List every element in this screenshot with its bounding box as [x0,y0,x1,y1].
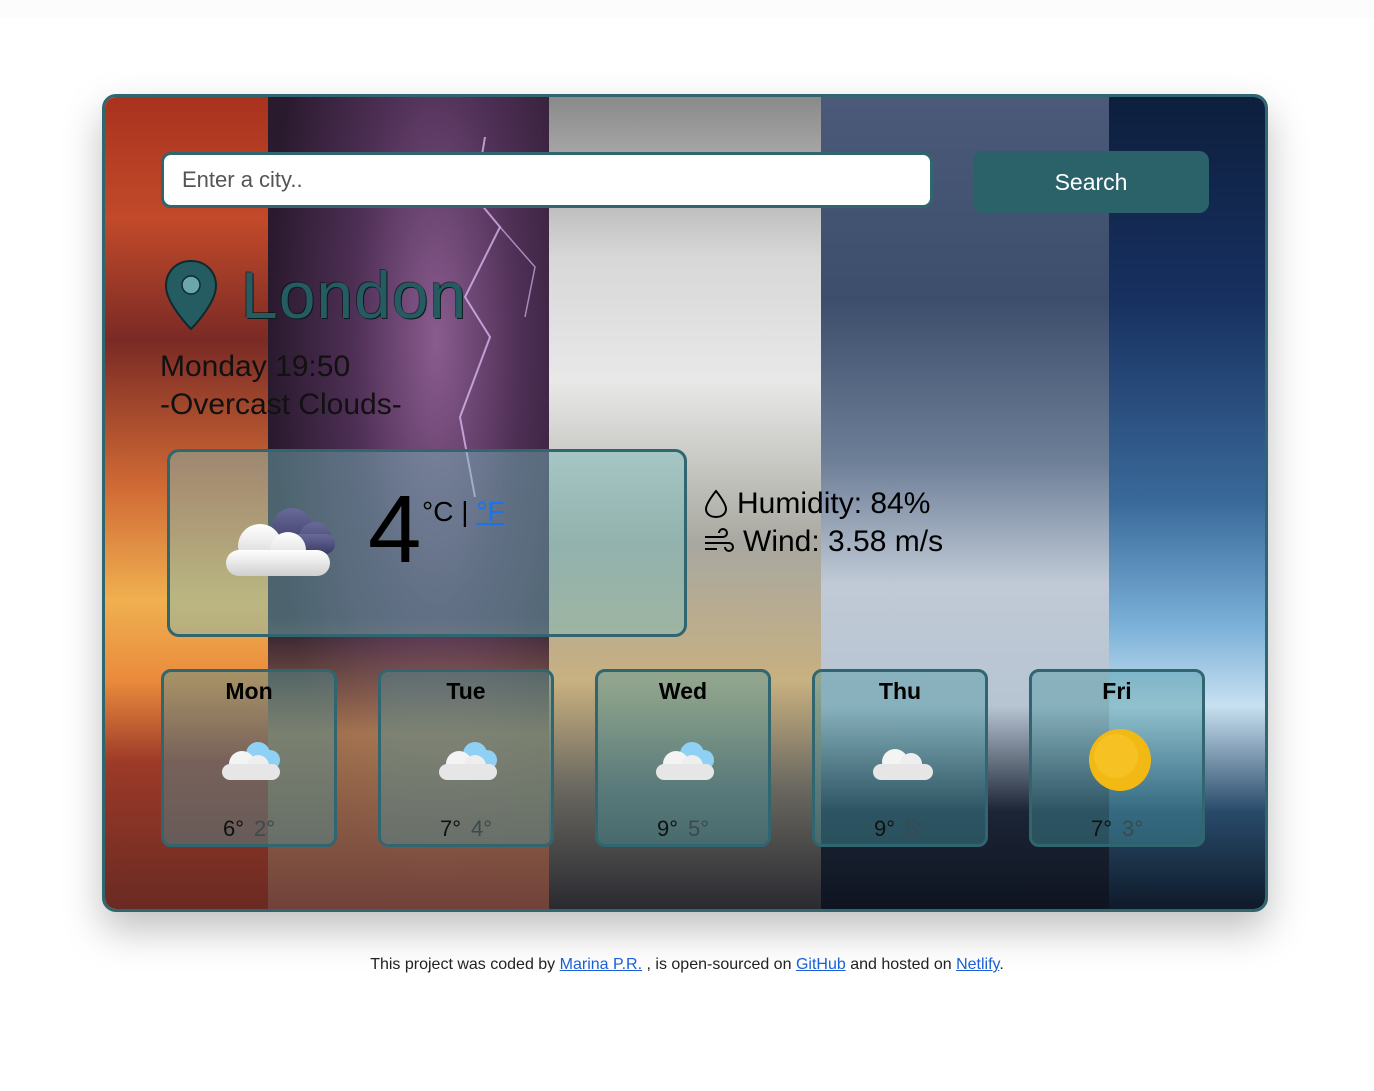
forecast-temps: 6° 2° [164,816,334,842]
forecast-day: Thu 9° 5° [812,669,988,847]
map-pin-icon [164,259,218,331]
city-search-input[interactable] [161,152,933,208]
forecast-max: 9° [873,816,895,841]
footer-text: . [999,956,1004,973]
forecast-temps: 9° 5° [598,816,768,842]
forecast-temps: 9° 5° [815,816,985,842]
overcast-clouds-icon [226,508,335,576]
wind-icon [705,528,734,552]
forecast-day-name: Mon [225,678,273,704]
wind-value: Wind: 3.58 m/s [743,525,944,558]
forecast-day: Fri 7° 3° [1029,669,1205,847]
forecast-day: Mon 6° 2° [161,669,337,847]
forecast-min: 5° [905,816,927,841]
footer-text: , is open-sourced on [646,956,792,973]
wind-row: Wind: 3.58 m/s [703,523,943,561]
weather-description: -Overcast Clouds- [160,388,402,421]
forecast-max: 9° [656,816,678,841]
search-button[interactable]: Search [973,151,1209,213]
current-temperature: 4 [368,476,422,583]
forecast-max: 6° [222,816,244,841]
few-clouds-icon [656,742,714,780]
forecast-day-name: Fri [1102,678,1132,704]
footer-text: This project was coded by [370,956,556,973]
humidity-drop-icon [704,489,728,519]
footer-text: and hosted on [850,956,952,973]
forecast-temps: 7° 4° [381,816,551,842]
top-strip [0,0,1374,18]
weather-card: Search London Monday 19:50 -Overcast Clo… [102,94,1268,912]
humidity-value: Humidity: 84% [737,487,931,520]
current-weather-panel: 4 °C | °F [167,449,687,637]
date-time: Monday 19:50 [160,350,351,383]
city-name: London [241,258,468,332]
weather-stats: Humidity: 84% Wind: 3.58 m/s [703,485,943,561]
forecast-day: Tue 7° 4° [378,669,554,847]
unit-separator: | [461,496,469,527]
celsius-label: °C [422,496,454,527]
cloud-icon [873,749,933,780]
location-header: London [163,255,467,335]
few-clouds-icon [439,742,497,780]
forecast-temps: 7° 3° [1032,816,1202,842]
forecast-day-name: Tue [446,678,486,704]
netlify-link[interactable]: Netlify [956,956,999,973]
forecast-min: 3° [1122,816,1144,841]
github-link[interactable]: GitHub [796,956,846,973]
forecast-row: Mon 6° 2° Tue 7° 4° Wed 9° 5° Thu 9° 5° … [161,669,1211,851]
forecast-max: 7° [439,816,461,841]
forecast-day-name: Thu [878,678,922,704]
humidity-row: Humidity: 84% [703,485,943,523]
forecast-max: 7° [1090,816,1112,841]
footer: This project was coded by Marina P.R. , … [0,956,1374,974]
unit-switch: °C | °F [422,496,505,528]
forecast-min: 5° [688,816,710,841]
sun-icon [1089,729,1151,791]
forecast-min: 4° [471,816,493,841]
forecast-min: 2° [254,816,276,841]
author-link[interactable]: Marina P.R. [560,956,642,973]
few-clouds-icon [222,742,280,780]
fahrenheit-link[interactable]: °F [476,496,504,527]
forecast-day-name: Wed [658,678,708,704]
forecast-day: Wed 9° 5° [595,669,771,847]
